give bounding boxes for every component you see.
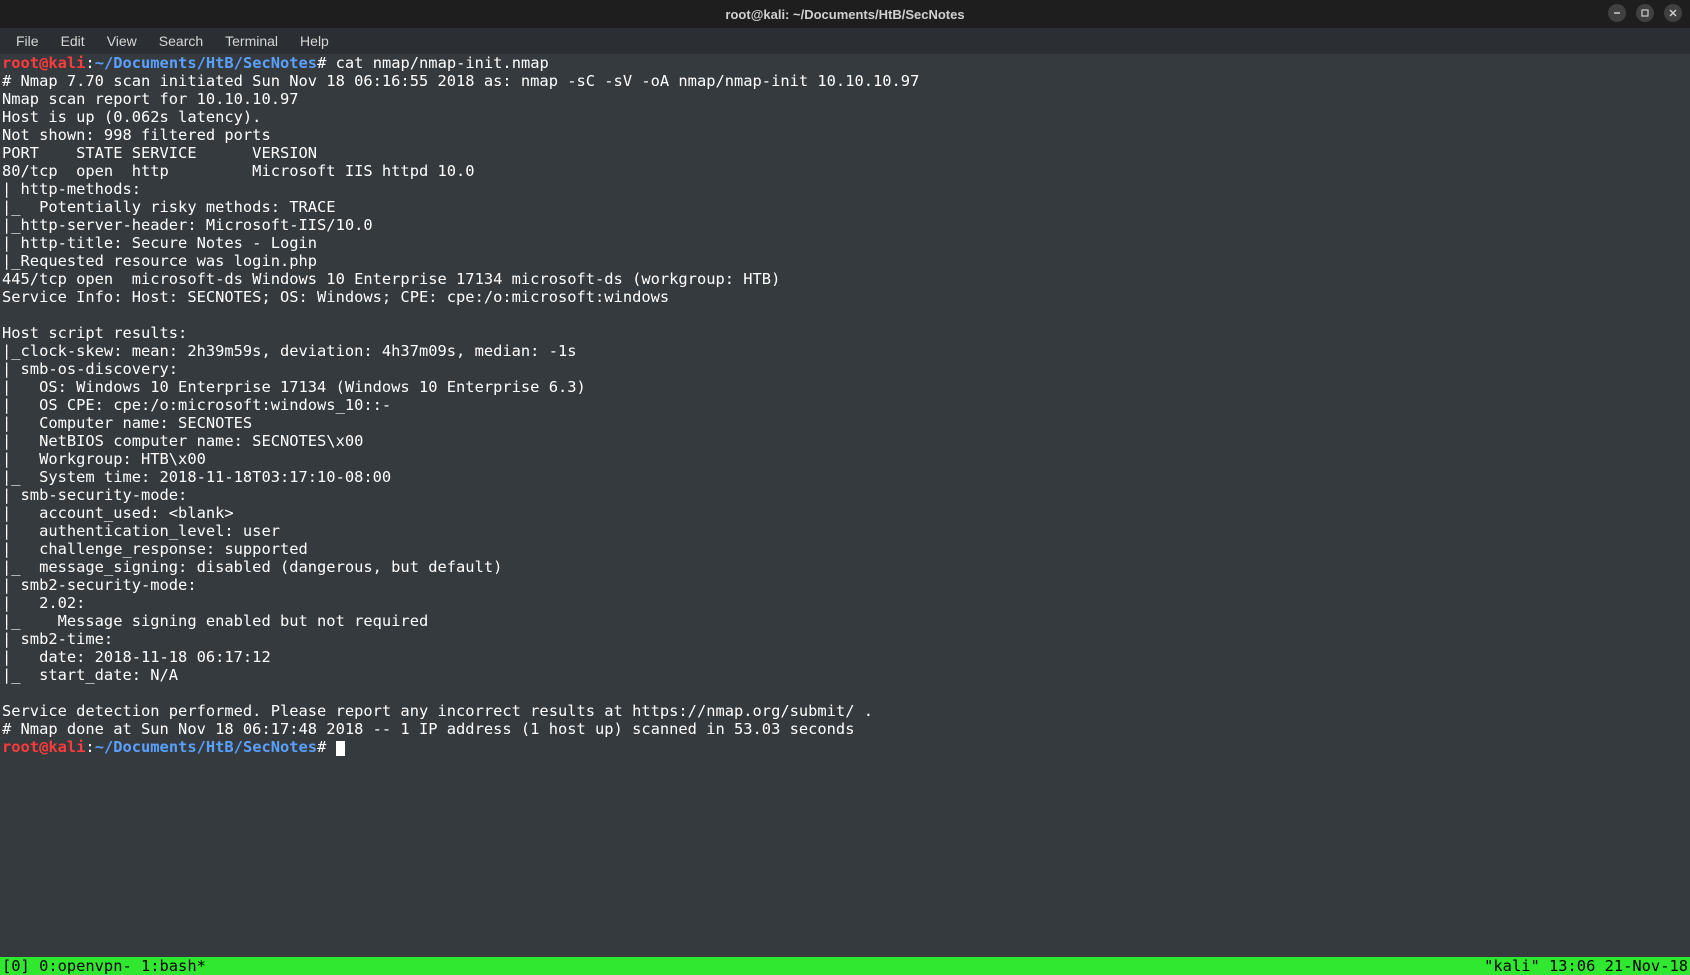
prompt-user: root@kali xyxy=(2,54,85,72)
menu-view[interactable]: View xyxy=(97,30,147,52)
prompt-hash: # xyxy=(317,54,326,72)
tmux-statusbar: [0] 0:openvpn- 1:bash* "kali" 13:06 21-N… xyxy=(0,957,1690,975)
menu-help[interactable]: Help xyxy=(290,30,339,52)
menu-terminal[interactable]: Terminal xyxy=(215,30,288,52)
menu-file[interactable]: File xyxy=(6,30,49,52)
terminal-output[interactable]: root@kali:~/Documents/HtB/SecNotes# cat … xyxy=(0,54,1690,756)
prompt-path: ~/Documents/HtB/SecNotes xyxy=(95,54,317,72)
maximize-button[interactable] xyxy=(1636,4,1654,22)
statusbar-left: [0] 0:openvpn- 1:bash* xyxy=(2,957,206,975)
prompt-colon-2: : xyxy=(85,738,94,756)
command-text: cat nmap/nmap-init.nmap xyxy=(336,54,549,72)
prompt-hash-2: # xyxy=(317,738,326,756)
prompt-path-2: ~/Documents/HtB/SecNotes xyxy=(95,738,317,756)
cursor xyxy=(336,741,345,756)
minimize-button[interactable] xyxy=(1608,4,1626,22)
menubar: File Edit View Search Terminal Help xyxy=(0,28,1690,54)
prompt-user-2: root@kali xyxy=(2,738,85,756)
close-button[interactable] xyxy=(1664,4,1682,22)
output-text: # Nmap 7.70 scan initiated Sun Nov 18 06… xyxy=(2,72,919,738)
window-controls xyxy=(1608,4,1682,22)
statusbar-right: "kali" 13:06 21-Nov-18 xyxy=(1484,957,1688,975)
window-title: root@kali: ~/Documents/HtB/SecNotes xyxy=(725,7,964,22)
menu-edit[interactable]: Edit xyxy=(51,30,95,52)
menu-search[interactable]: Search xyxy=(149,30,213,52)
titlebar: root@kali: ~/Documents/HtB/SecNotes xyxy=(0,0,1690,28)
prompt-colon: : xyxy=(85,54,94,72)
